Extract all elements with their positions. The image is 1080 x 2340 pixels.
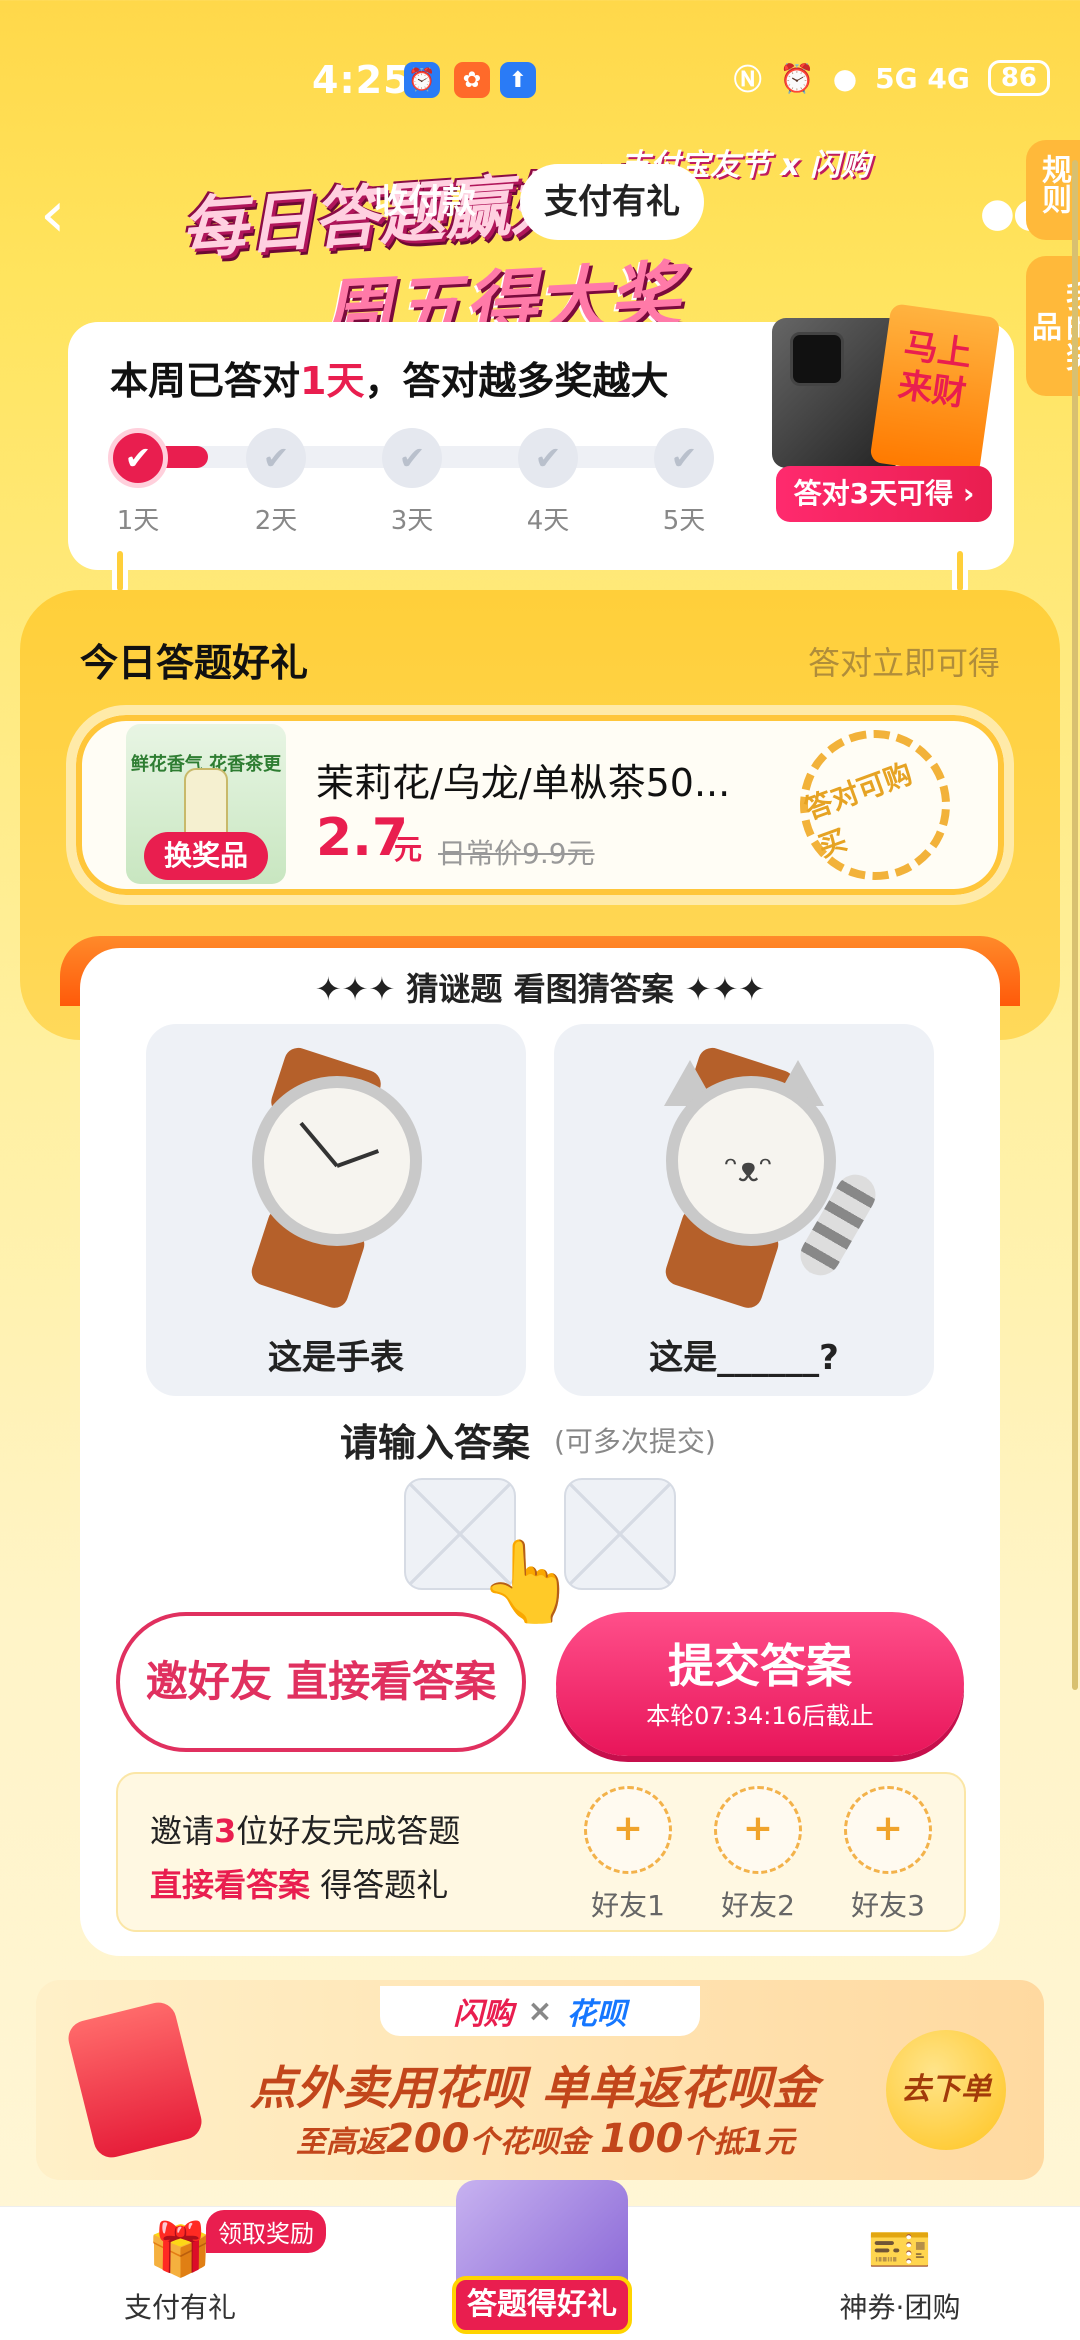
invite-friends-button[interactable]: 邀好友 直接看答案 [116, 1612, 526, 1752]
promo-sub-c: 个抵1元 [683, 2125, 795, 2160]
friend-label: 好友1 [591, 1889, 665, 1922]
coupon-icon: 🎫 [867, 2220, 933, 2280]
network-label: 5G 4G [875, 61, 970, 95]
progress-title-suffix: ，答对越多奖越大 [364, 359, 669, 403]
gift-subtitle: 答对立即可得 [807, 644, 1000, 682]
invite-line1-b: 位好友完成答题 [236, 1812, 461, 1850]
invite-line2: 直接看答案 得答题礼 [150, 1860, 448, 1906]
status-time: 4:25 [312, 58, 411, 102]
progress-title: 本周已答对1天，答对越多奖越大 [110, 350, 668, 405]
invite-line1-a: 邀请 [150, 1812, 215, 1850]
watch-icon [252, 1076, 422, 1246]
stamp-text: 答对可购买 [800, 756, 917, 864]
status-indicators: Ⓝ ⏰ ● 5G 4G 86 [734, 58, 1050, 98]
invite-line2-b: 得答题礼 [310, 1866, 449, 1904]
check-icon: ✔ [124, 439, 152, 477]
hanger-right [952, 546, 968, 596]
promo-sub-num1: 200 [386, 2116, 470, 2162]
rules-label: 规则 [1036, 154, 1071, 214]
quiz-heading: ✦✦✦ 猜谜题 看图猜答案 ✦✦✦ [314, 970, 766, 1008]
day-label: 1天 [116, 506, 160, 536]
original-price: 日常价9.9元 [438, 837, 595, 870]
answer-label: 请输入答案 [340, 1421, 531, 1465]
check-icon: ✔ [398, 439, 426, 477]
nav-label: 支付有礼 [123, 2291, 236, 2324]
check-icon: ✔ [262, 439, 290, 477]
day-dot-4: ✔ [518, 428, 578, 488]
alarm-icon: ⏰ [779, 61, 815, 95]
promo-sub-a: 至高返 [296, 2125, 386, 2160]
cat-face-icon: ᵔᴥᵔ [724, 1150, 773, 1190]
phone-camera [790, 332, 844, 386]
promo-sub-b: 个花呗金 [469, 2125, 600, 2160]
swap-prize-button[interactable]: 换奖品 [144, 832, 268, 880]
answer-char-input-2[interactable] [564, 1478, 676, 1590]
nav-coupons-group[interactable]: 🎫 神券·团购 [800, 2220, 1000, 2326]
back-button[interactable]: ‹ [40, 180, 100, 250]
quiz-caption-left: 这是手表 [268, 1338, 404, 1378]
nfc-icon: Ⓝ [733, 63, 762, 96]
order-now-button[interactable]: 去下单 [886, 2030, 1006, 2150]
day-dot-2: ✔ [246, 428, 306, 488]
progress-days-done: 1天 [300, 359, 365, 403]
tab-pay-rewards[interactable]: 支付有礼 [520, 164, 704, 240]
header-tabs: 收付款 支付有礼 [350, 160, 704, 244]
friend-label: 好友2 [721, 1889, 795, 1922]
nav-label: 神券·团购 [839, 2291, 961, 2324]
upload-app-icon: ⬆ [500, 62, 536, 98]
promo-subtitle: 至高返200个花呗金 100个抵1元 [296, 2116, 794, 2162]
friend-slot-3[interactable]: + [844, 1786, 932, 1874]
promo-times: × [527, 1993, 553, 2029]
price-unit: 元 [394, 833, 423, 866]
day-dot-3: ✔ [382, 428, 442, 488]
day-label: 5天 [662, 506, 706, 536]
day-label: 3天 [390, 506, 434, 536]
answer-hint: (可多次提交) [554, 1425, 716, 1458]
chevron-left-icon: ‹ [40, 178, 66, 252]
invite-line2-highlight: 直接看答案 [150, 1866, 311, 1904]
promo-sub-num2: 100 [599, 2116, 684, 2162]
submit-answer-label: 提交答案 [668, 1639, 852, 1693]
plus-icon: + [612, 1808, 644, 1849]
game-app-icon: ✿ [454, 62, 490, 98]
progress-title-prefix: 本周已答对 [110, 359, 301, 403]
submit-deadline: 本轮07:34:16后截止 [646, 1702, 874, 1730]
tab-payment[interactable]: 收付款 [350, 164, 500, 240]
plus-icon: + [872, 1808, 904, 1849]
hanger-left [112, 546, 128, 596]
scrollbar[interactable] [1072, 160, 1078, 1690]
shangou-logo: 闪购 [453, 1997, 514, 2032]
friend-label: 好友3 [851, 1889, 925, 1922]
promo-title: 点外卖用花呗 单单返花呗金 [250, 2061, 819, 2115]
reward-pill[interactable]: 答对3天可得 › [776, 466, 992, 522]
invite-line1: 邀请3位好友完成答题 [150, 1806, 460, 1852]
red-envelope-text: 马上来财 [895, 325, 975, 415]
day-label: 2天 [254, 506, 298, 536]
plus-icon: + [742, 1808, 774, 1849]
location-icon: ● [832, 61, 858, 95]
gift-title: 今日答题好礼 [80, 641, 309, 685]
day-dot-1: ✔ [108, 428, 168, 488]
claim-reward-badge: 领取奖励 [206, 2210, 326, 2253]
check-icon: ✔ [670, 439, 698, 477]
friend-slot-2[interactable]: + [714, 1786, 802, 1874]
product-name: 茉莉花/乌龙/单枞茶50... [316, 761, 731, 805]
invite-count: 3 [214, 1812, 237, 1850]
quiz-caption-right: 这是______? [649, 1338, 839, 1378]
huabei-logo: 花呗 [566, 1997, 627, 2032]
check-icon: ✔ [534, 439, 562, 477]
pointing-hand-icon: 👆 [478, 1535, 578, 1628]
alarm-app-icon: ⏰ [404, 62, 440, 98]
day-label: 4天 [526, 506, 570, 536]
nav-quiz-rewards[interactable]: 答题得好礼 [452, 2276, 632, 2334]
promo-logos: 闪购 × 花呗 [380, 1986, 700, 2036]
friend-slot-1[interactable]: + [584, 1786, 672, 1874]
center-nav-image [456, 2180, 628, 2280]
battery-indicator: 86 [987, 60, 1050, 96]
day-dot-5: ✔ [654, 428, 714, 488]
